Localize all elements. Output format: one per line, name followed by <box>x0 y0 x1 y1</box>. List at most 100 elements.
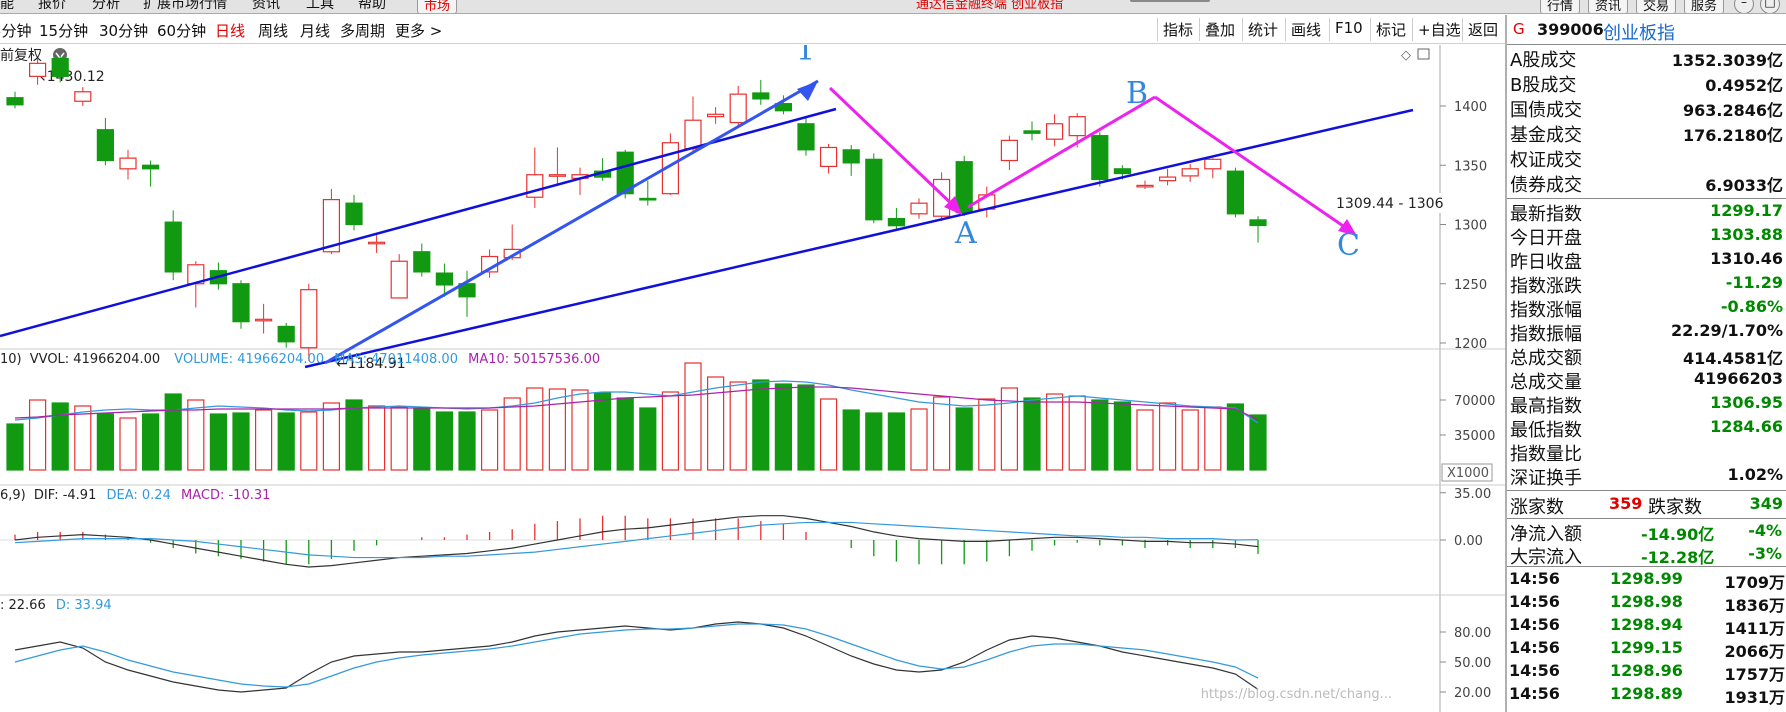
period-daily[interactable]: 日线 <box>215 20 245 41</box>
candle-body[interactable] <box>413 251 431 273</box>
volume-bar[interactable] <box>503 397 521 471</box>
adjust-label[interactable]: 前复权 <box>0 47 42 64</box>
volume-bar[interactable] <box>797 384 815 471</box>
volume-bar[interactable] <box>548 388 567 471</box>
volume-bar[interactable] <box>1113 401 1132 471</box>
volume-bar[interactable] <box>729 381 747 471</box>
tool-statistics[interactable]: 统计 <box>1242 18 1283 41</box>
volume-bar[interactable] <box>232 412 250 471</box>
candle-body[interactable] <box>548 174 567 177</box>
menu-item-tools[interactable]: 工具 <box>306 0 334 13</box>
period-15min[interactable]: 15分钟 <box>39 20 88 41</box>
period-60min[interactable]: 60分钟 <box>157 20 206 41</box>
volume-bar[interactable] <box>1226 403 1245 471</box>
candle-body[interactable] <box>119 157 137 170</box>
volume-bar[interactable] <box>1181 409 1199 471</box>
menu-item-news[interactable]: 资讯 <box>252 0 280 13</box>
volume-bar[interactable] <box>458 411 476 471</box>
candle-body[interactable] <box>1158 176 1177 182</box>
candle-body[interactable] <box>1204 158 1222 170</box>
candle-body[interactable] <box>96 129 115 162</box>
volume-bar[interactable] <box>29 399 47 471</box>
candle-body[interactable] <box>1136 184 1154 188</box>
minimize-icon[interactable]: – <box>1734 0 1754 13</box>
wave-arrow-A[interactable] <box>828 86 960 212</box>
volume-bar[interactable] <box>910 408 928 471</box>
volume-bar[interactable] <box>209 413 227 471</box>
volume-bar[interactable] <box>96 413 115 471</box>
candle-body[interactable] <box>1045 123 1064 140</box>
volume-bar[interactable] <box>164 393 182 471</box>
volume-bar[interactable] <box>842 409 860 471</box>
candle-body[interactable] <box>1249 219 1267 227</box>
volume-bar[interactable] <box>526 387 544 471</box>
tab-news[interactable]: 资讯 <box>1588 0 1629 13</box>
candle-body[interactable] <box>368 241 386 245</box>
volume-bar[interactable] <box>6 423 24 471</box>
volume-bar[interactable] <box>752 379 770 471</box>
volume-bar[interactable] <box>978 398 996 471</box>
volume-bar[interactable] <box>345 399 363 471</box>
diamond-icon[interactable]: ◇ <box>1401 48 1411 63</box>
candle-body[interactable] <box>797 123 815 151</box>
market-button[interactable]: 市场 <box>417 0 458 13</box>
volume-bar[interactable] <box>1091 399 1109 471</box>
volume-bar[interactable] <box>322 402 340 471</box>
candle-body[interactable] <box>1226 170 1245 215</box>
period-30min[interactable]: 30分钟 <box>99 20 148 41</box>
period-5min[interactable]: 5分钟 <box>0 20 32 41</box>
candle-body[interactable] <box>639 197 657 201</box>
tool-add-watchlist[interactable]: +自选 <box>1412 18 1466 41</box>
period-multi[interactable]: 多周期 <box>340 20 385 41</box>
kline-chart[interactable]: 前复权 ◇ ↖1430.12 ←1184.91 1309.44 - 1306 1… <box>0 45 1505 712</box>
menu-item-extended-market[interactable]: 扩展市场行情 <box>143 0 227 13</box>
volume-bar[interactable] <box>142 413 160 471</box>
candle-body[interactable] <box>706 113 725 118</box>
candle-body[interactable] <box>752 92 770 100</box>
tab-trade[interactable]: 交易 <box>1636 0 1677 13</box>
period-monthly[interactable]: 月线 <box>300 20 330 41</box>
tab-quotes[interactable]: 行情 <box>1540 0 1581 13</box>
volume-bar[interactable] <box>390 406 408 471</box>
wave-arrow-1[interactable] <box>324 79 819 365</box>
volume-bar[interactable] <box>819 398 838 471</box>
wave-arrow-C[interactable] <box>1154 95 1353 234</box>
candle-body[interactable] <box>865 158 883 221</box>
volume-bar[interactable] <box>74 405 92 471</box>
candle-body[interactable] <box>435 272 453 286</box>
candle-body[interactable] <box>390 260 408 299</box>
candle-body[interactable] <box>345 202 363 226</box>
volume-bar[interactable] <box>1068 395 1086 471</box>
candle-body[interactable] <box>1113 168 1132 175</box>
candle-body[interactable] <box>29 62 47 77</box>
candle-body[interactable] <box>1068 116 1086 137</box>
tab-service[interactable]: 服务 <box>1684 0 1725 13</box>
volume-bar[interactable] <box>1158 402 1177 471</box>
volume-bar[interactable] <box>593 392 612 471</box>
volume-bar[interactable] <box>1045 393 1064 471</box>
index-name[interactable]: 创业板指 <box>1603 19 1675 45</box>
candle-body[interactable] <box>164 221 182 273</box>
volume-bar[interactable] <box>51 402 69 471</box>
volume-bar[interactable] <box>435 411 453 471</box>
volume-bar[interactable] <box>413 408 431 471</box>
volume-bar[interactable] <box>955 407 973 471</box>
menu-item-quotes[interactable]: 报价 <box>38 0 66 13</box>
candle-body[interactable] <box>684 119 702 150</box>
volume-bar[interactable] <box>481 409 499 471</box>
candle-body[interactable] <box>232 283 250 323</box>
candle-body[interactable] <box>51 57 69 77</box>
candle-body[interactable] <box>277 325 295 343</box>
candle-body[interactable] <box>74 91 92 102</box>
candle-body[interactable] <box>1023 130 1041 134</box>
tool-overlay[interactable]: 叠加 <box>1199 18 1240 41</box>
volume-bar[interactable] <box>368 405 386 471</box>
candle-body[interactable] <box>729 93 747 124</box>
candle-body[interactable] <box>910 202 928 215</box>
menu-item-analysis[interactable]: 分析 <box>92 0 120 13</box>
volume-bar[interactable] <box>684 362 702 471</box>
menu-item-help[interactable]: 帮助 <box>358 0 386 13</box>
volume-bar[interactable] <box>300 411 318 471</box>
volume-bar[interactable] <box>887 412 906 471</box>
volume-bar[interactable] <box>1136 409 1154 471</box>
